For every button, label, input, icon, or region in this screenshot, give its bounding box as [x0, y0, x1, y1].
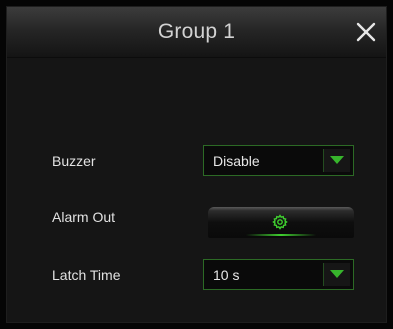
chevron-down-icon — [330, 156, 344, 164]
buzzer-select[interactable]: Disable — [203, 145, 354, 176]
latch-time-dropdown-toggle[interactable] — [323, 263, 350, 286]
gear-icon — [272, 214, 288, 230]
latch-time-select[interactable]: 10 s — [203, 259, 354, 290]
buzzer-dropdown-toggle[interactable] — [323, 149, 350, 172]
group-settings-dialog: Group 1 Buzzer Disable Alarm Out Latch T… — [6, 6, 387, 323]
alarm-out-settings-button[interactable] — [208, 207, 354, 238]
chevron-down-icon — [330, 270, 344, 278]
close-icon — [356, 22, 376, 42]
latch-time-value: 10 s — [213, 267, 240, 283]
button-glow — [246, 234, 316, 236]
close-button[interactable] — [354, 20, 378, 44]
dialog-title: Group 1 — [157, 20, 236, 43]
latch-time-label: Latch Time — [52, 267, 121, 283]
dialog-titlebar: Group 1 — [7, 7, 386, 58]
buzzer-label: Buzzer — [52, 153, 96, 169]
alarm-out-label: Alarm Out — [52, 209, 116, 225]
buzzer-value: Disable — [213, 153, 260, 169]
